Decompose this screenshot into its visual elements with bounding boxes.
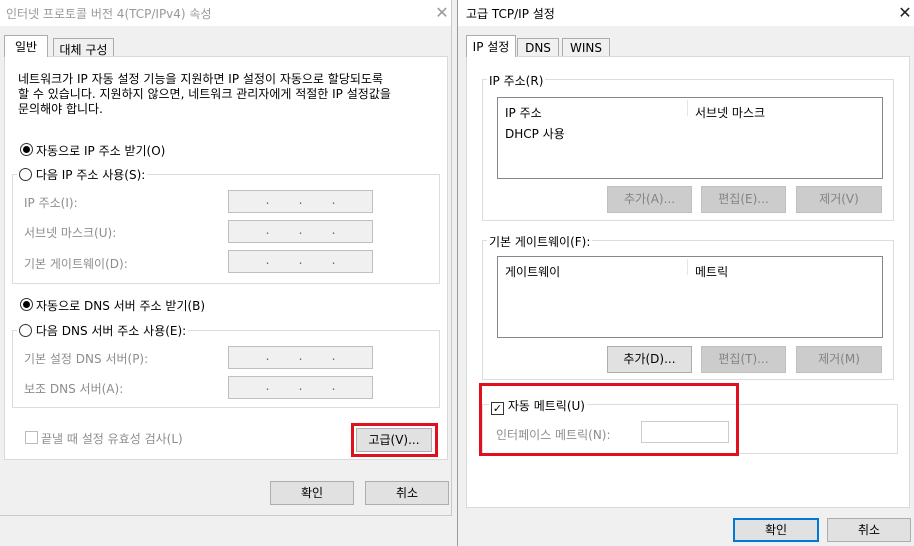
manual-dns-legend: 다음 DNS 서버 주소 사용(E): bbox=[17, 322, 189, 339]
gateway-edit-button[interactable]: 편집(T)... bbox=[701, 346, 786, 373]
ip-address-list[interactable]: IP 주소 서브넷 마스크 DHCP 사용 bbox=[497, 97, 883, 179]
auto-ip-label[interactable]: 자동으로 IP 주소 받기(O) bbox=[36, 142, 165, 159]
ipv4-properties-dialog: 인터넷 프로토콜 버전 4(TCP/IPv4) 속성 ✕ 일반 대체 구성 네트… bbox=[0, 0, 452, 516]
advanced-button-highlight bbox=[351, 423, 438, 457]
default-gateway-label: 기본 게이트웨이(D): bbox=[24, 257, 128, 271]
subnet-mask-label: 서브넷 마스크(U): bbox=[24, 226, 117, 240]
validate-on-exit-checkbox[interactable] bbox=[25, 431, 38, 444]
ip-list-header-subnet[interactable]: 서브넷 마스크 bbox=[695, 104, 765, 121]
tab-wins[interactable]: WINS bbox=[562, 38, 610, 58]
preferred-dns-label: 기본 설정 DNS 서버(P): bbox=[24, 352, 149, 366]
manual-ip-legend: 다음 IP 주소 사용(S): bbox=[17, 166, 148, 183]
manual-dns-radio[interactable] bbox=[19, 324, 32, 337]
advanced-tcpip-dialog: 고급 TCP/IP 설정 ✕ IP 설정 DNS WINS IP 주소(R) I… bbox=[457, 0, 914, 546]
cancel-button[interactable]: 취소 bbox=[365, 481, 449, 505]
subnet-mask-field[interactable]: ... bbox=[228, 220, 373, 243]
ok-button[interactable]: 확인 bbox=[733, 518, 819, 542]
ip-edit-button[interactable]: 편집(E)... bbox=[701, 186, 786, 213]
auto-dns-label[interactable]: 자동으로 DNS 서버 주소 받기(B) bbox=[36, 297, 205, 314]
gateway-list-header-gateway[interactable]: 게이트웨이 bbox=[505, 263, 560, 280]
validate-on-exit-label[interactable]: 끝낼 때 설정 유효성 검사(L) bbox=[41, 430, 183, 447]
tab-dns[interactable]: DNS bbox=[517, 38, 559, 58]
gateway-add-button[interactable]: 추가(D)... bbox=[607, 346, 692, 373]
auto-dns-radio[interactable] bbox=[20, 298, 33, 311]
manual-ip-radio[interactable] bbox=[19, 168, 32, 181]
tab-alternate-config[interactable]: 대체 구성 bbox=[53, 38, 114, 58]
description-line-3: 문의해야 합니다. bbox=[18, 102, 103, 116]
tab-ip-settings[interactable]: IP 설정 bbox=[466, 35, 516, 57]
ip-address-group-label: IP 주소(R) bbox=[487, 72, 546, 89]
preferred-dns-field[interactable]: ... bbox=[228, 346, 373, 369]
gateway-remove-button[interactable]: 제거(M) bbox=[796, 346, 882, 373]
auto-metric-highlight bbox=[479, 383, 739, 456]
ip-address-label: IP 주소(I): bbox=[24, 196, 78, 210]
ip-list-row[interactable]: DHCP 사용 bbox=[505, 125, 565, 142]
gateway-group-label: 기본 게이트웨이(F): bbox=[487, 233, 593, 250]
ip-list-header-ip[interactable]: IP 주소 bbox=[505, 104, 542, 121]
close-icon[interactable]: ✕ bbox=[895, 3, 914, 23]
alternate-dns-label: 보조 DNS 서버(A): bbox=[24, 382, 124, 396]
dialog-title: 인터넷 프로토콜 버전 4(TCP/IPv4) 속성 bbox=[6, 7, 212, 21]
tab-general[interactable]: 일반 bbox=[4, 35, 48, 57]
default-gateway-field[interactable]: ... bbox=[228, 250, 373, 273]
ip-remove-button[interactable]: 제거(V) bbox=[796, 186, 882, 213]
ok-button[interactable]: 확인 bbox=[270, 481, 354, 505]
gateway-list[interactable]: 게이트웨이 메트릭 bbox=[497, 256, 883, 338]
cancel-button[interactable]: 취소 bbox=[827, 518, 911, 542]
manual-dns-label[interactable]: 다음 DNS 서버 주소 사용(E): bbox=[36, 324, 186, 338]
gateway-list-header-metric[interactable]: 메트릭 bbox=[695, 263, 728, 280]
close-icon[interactable]: ✕ bbox=[432, 3, 452, 23]
dialog-title: 고급 TCP/IP 설정 bbox=[466, 7, 555, 21]
ip-address-field[interactable]: ... bbox=[228, 190, 373, 213]
alternate-dns-field[interactable]: ... bbox=[228, 376, 373, 399]
ip-add-button[interactable]: 추가(A)... bbox=[607, 186, 692, 213]
auto-ip-radio[interactable] bbox=[20, 143, 33, 156]
manual-ip-label[interactable]: 다음 IP 주소 사용(S): bbox=[36, 168, 145, 182]
